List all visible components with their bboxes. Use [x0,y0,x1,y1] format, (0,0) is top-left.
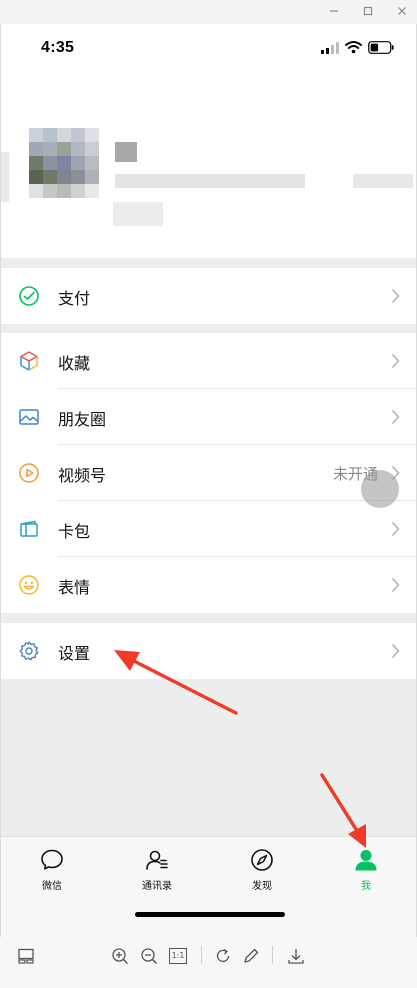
menu-item-moments[interactable]: 朋友圈 [1,389,416,445]
play-circle-icon [19,463,39,483]
menu-label-stickers: 表情 [58,578,91,597]
close-icon[interactable] [395,4,409,18]
tab-me[interactable]: 我 [331,847,401,892]
chevron-right-icon [391,288,400,304]
layout-icon[interactable] [16,946,36,966]
viewer-toolbar: 1:1 [0,937,417,988]
menu-item-stickers[interactable]: 表情 [1,557,416,613]
profile-qr-blur [353,174,413,188]
rotate-icon[interactable] [213,946,233,966]
minimize-icon[interactable] [327,4,341,18]
contacts-icon [146,850,168,870]
tab-contacts[interactable]: 通讯录 [122,847,192,892]
smiley-icon [19,575,39,595]
actual-size-icon[interactable]: 1:1 [168,946,188,966]
home-indicator[interactable] [135,912,285,917]
edit-pencil-icon[interactable] [241,946,261,966]
profile-name-blur [115,142,137,162]
tab-label-chats: 微信 [42,881,62,892]
phone-screen: 4:35 支付 收藏 朋友圈 视频号 未开通 卡包 表情 设置 微信 通讯录 发… [0,24,417,937]
tab-bar: 微信 通讯录 发现 我 [1,836,416,937]
compass-icon [251,849,273,871]
tab-label-contacts: 通讯录 [142,881,172,892]
image-icon [19,409,39,425]
menu-label-pay: 支付 [58,289,91,308]
tab-discover[interactable]: 发现 [227,847,297,892]
tab-label-me: 我 [361,881,371,892]
tab-label-discover: 发现 [252,881,272,892]
window-titlebar [0,0,417,24]
toolbar-separator [201,946,202,964]
battery-icon [368,41,394,54]
status-bar: 4:35 [1,24,416,72]
maximize-icon[interactable] [361,4,375,18]
settings-section: 设置 [1,623,416,679]
menu-item-favorites[interactable]: 收藏 [1,333,416,389]
chevron-right-icon [391,643,400,659]
avatar[interactable] [29,128,99,198]
download-icon[interactable] [286,946,306,966]
chevron-right-icon [391,409,400,425]
menu-item-card[interactable]: 卡包 [1,501,416,557]
pay-section: 支付 [1,268,416,324]
chevron-right-icon [391,577,400,593]
zoom-out-icon[interactable] [139,946,159,966]
menu-item-channels[interactable]: 视频号 未开通 [1,445,416,501]
profile-id-blur [115,174,305,188]
profile-left-edge-blur [1,152,9,202]
signal-icon [321,42,339,54]
menu-label-favorites: 收藏 [58,354,91,373]
profile-header[interactable] [1,72,416,258]
gear-icon [19,641,39,661]
card-wallet-icon [20,520,38,537]
touch-indicator [361,470,399,508]
menu-label-moments: 朋友圈 [58,410,107,429]
person-icon [355,850,377,871]
cube-icon [20,351,38,371]
profile-status-blur [113,202,163,226]
menu-label-card: 卡包 [58,522,91,541]
tab-chats[interactable]: 微信 [17,847,87,892]
wifi-icon [345,41,362,54]
menu-label-settings: 设置 [58,644,91,663]
menu-item-pay[interactable]: 支付 [1,268,416,324]
chat-bubble-icon [41,849,63,870]
toolbar-separator [272,946,273,964]
chevron-right-icon [391,353,400,369]
wechat-pay-icon [19,286,39,306]
status-time: 4:35 [41,39,75,56]
menu-item-settings[interactable]: 设置 [1,623,416,679]
chevron-right-icon [391,521,400,537]
menu-label-channels: 视频号 [58,466,107,485]
zoom-in-icon[interactable] [110,946,130,966]
actual-size-label: 1:1 [169,948,187,964]
services-section: 收藏 朋友圈 视频号 未开通 卡包 表情 [1,333,416,613]
